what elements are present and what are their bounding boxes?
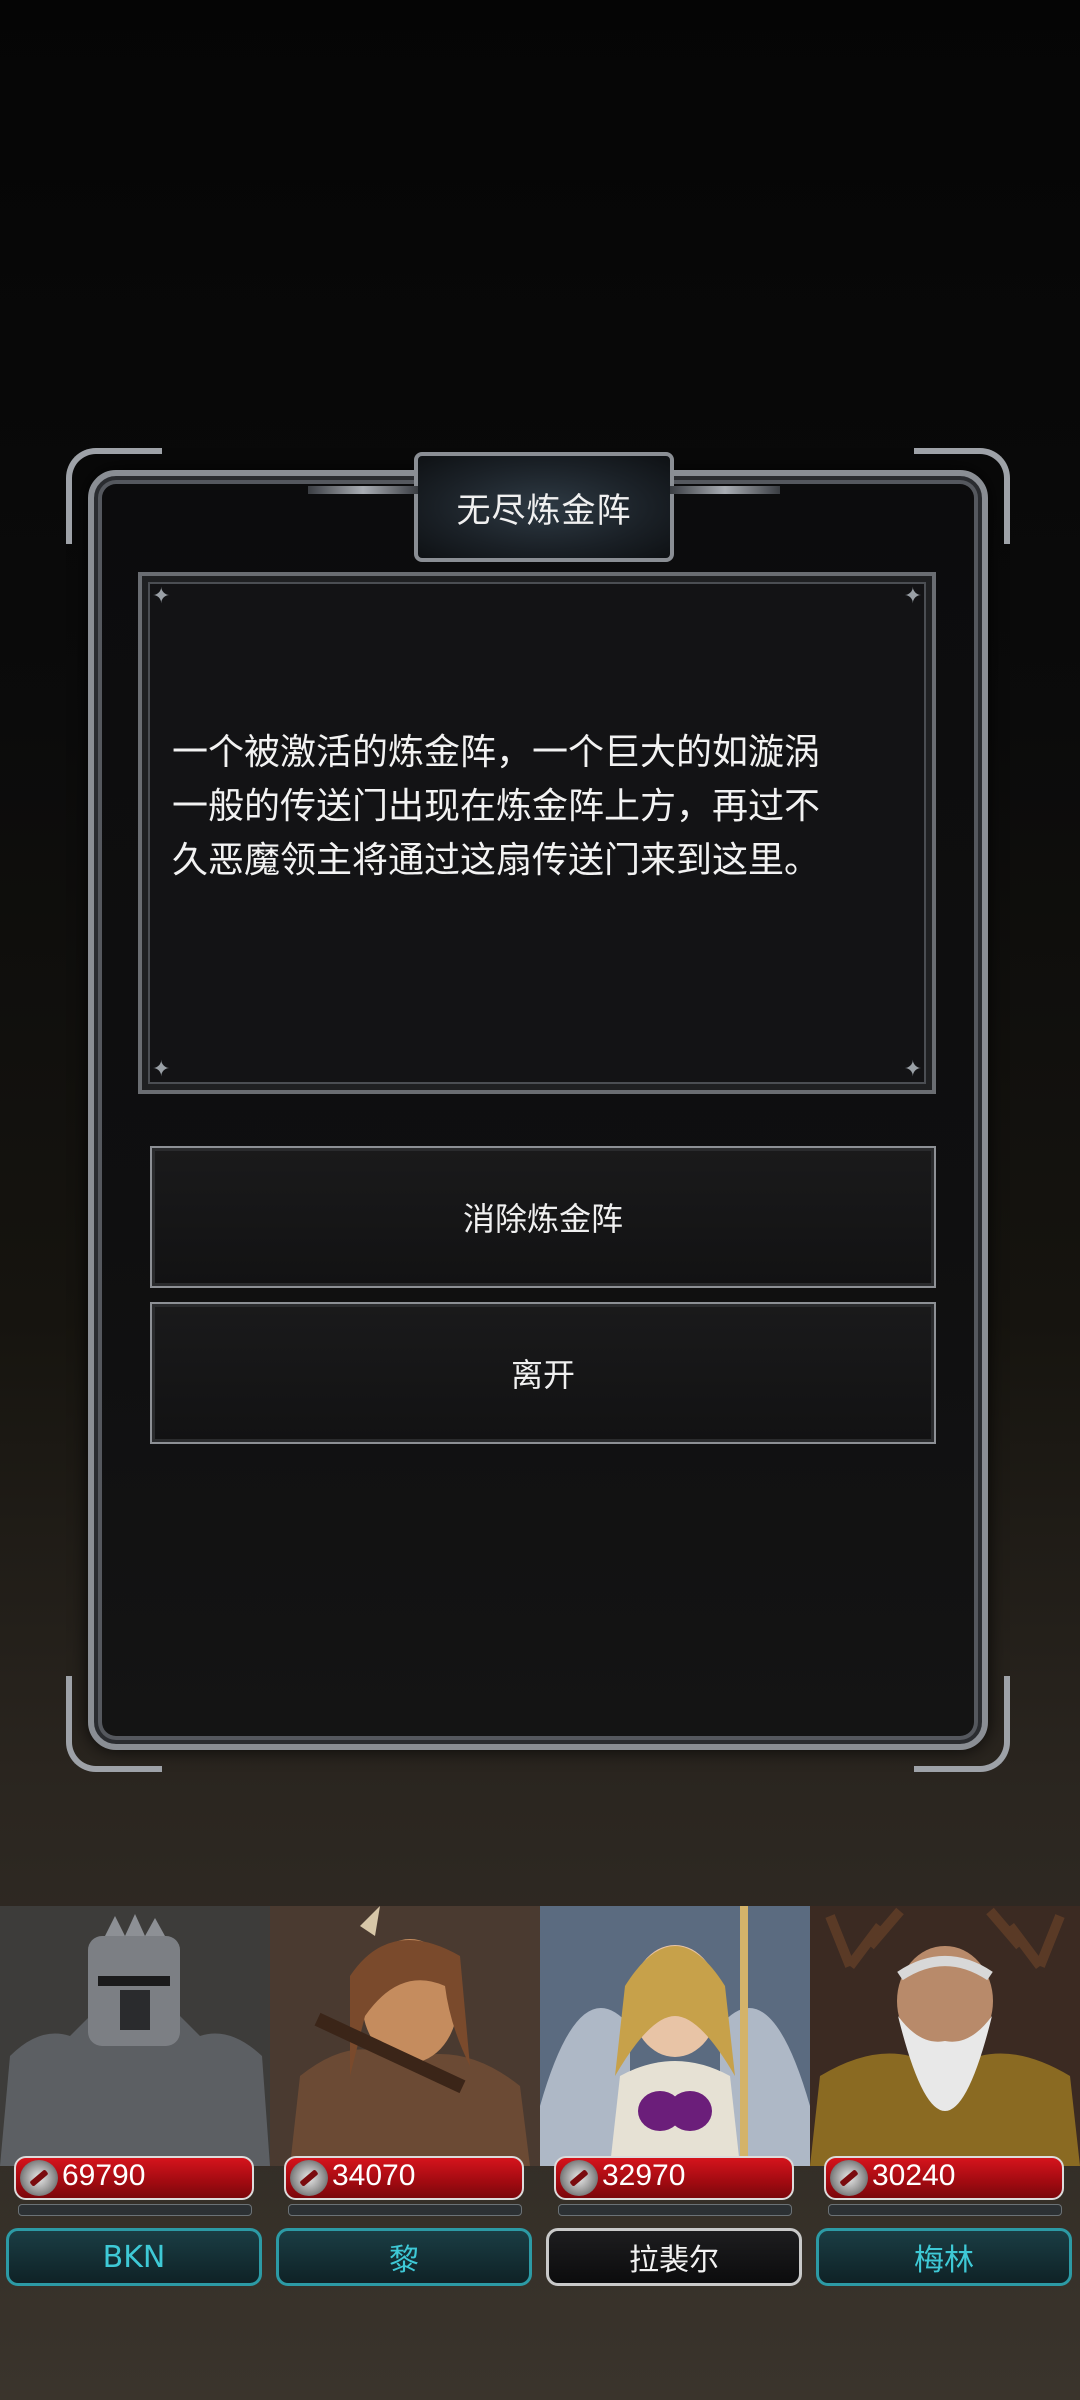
dispel-circle-button[interactable]: 消除炼金阵 [150,1146,936,1288]
sparkle-icon: ✦ [152,584,171,609]
hp-bar: 32970 [554,2156,794,2200]
hp-bar: 34070 [284,2156,524,2200]
sparkle-icon: ✦ [152,1057,171,1082]
frame-corner-bottom-left [66,1676,162,1772]
sparkle-icon: ✦ [903,584,922,609]
hero-name: 拉裴尔 [546,2228,802,2286]
angel-priestess-portrait-icon [540,1906,810,2166]
hero-name: 黎 [276,2228,532,2286]
hero-card-li[interactable]: 34070 黎 [270,1906,540,2296]
energy-bar [288,2204,522,2216]
event-title: 无尽炼金阵 [456,490,632,531]
hp-bar: 30240 [824,2156,1064,2200]
warrior-woman-portrait-icon [270,1906,540,2166]
hp-value: 34070 [332,2159,416,2192]
title-plate: 无尽炼金阵 [308,452,780,562]
sword-icon [290,2160,328,2196]
hp-bar: 69790 [14,2156,254,2200]
hero-name: BKN [6,2228,262,2286]
hero-card-merlin[interactable]: 30240 梅林 [810,1906,1080,2296]
sword-icon [560,2160,598,2196]
sparkle-icon: ✦ [903,1057,922,1082]
hero-card-bkn[interactable]: 69790 BKN [0,1906,270,2296]
hp-value: 32970 [602,2159,686,2192]
story-text-box: ✦ ✦ ✦ ✦ 一个被激活的炼金阵，一个巨大的如漩涡 一般的传送门出现在炼金阵上… [138,572,936,1094]
sword-icon [830,2160,868,2196]
hero-card-rafael[interactable]: 32970 拉裴尔 [540,1906,810,2296]
party-bar: 69790 BKN 34070 黎 32970 拉裴尔 30240 梅林 [0,1906,1080,2296]
frame-corner-bottom-right [914,1676,1010,1772]
sword-icon [20,2160,58,2196]
energy-bar [18,2204,252,2216]
armored-knight-portrait-icon [0,1906,270,2166]
leave-button[interactable]: 离开 [150,1302,936,1444]
event-dialog: 无尽炼金阵 ✦ ✦ ✦ ✦ 一个被激活的炼金阵，一个巨大的如漩涡 一般的传送门出… [66,448,1010,1772]
hero-name: 梅林 [816,2228,1072,2286]
hp-value: 30240 [872,2159,956,2192]
antlered-sage-portrait-icon [810,1906,1080,2166]
energy-bar [828,2204,1062,2216]
hp-value: 69790 [62,2159,146,2192]
energy-bar [558,2204,792,2216]
event-description: 一个被激活的炼金阵，一个巨大的如漩涡 一般的传送门出现在炼金阵上方，再过不 久恶… [172,732,821,881]
